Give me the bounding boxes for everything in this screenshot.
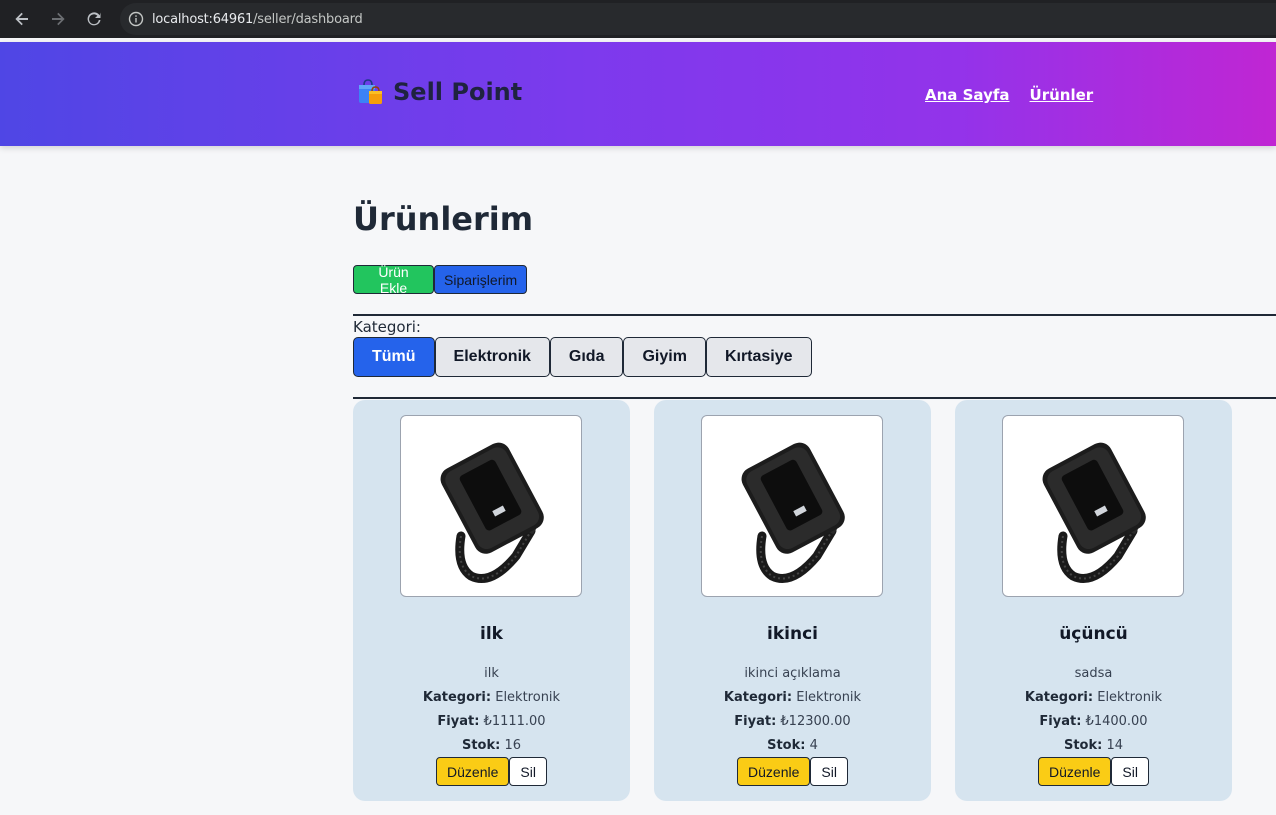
product-price: Fiyat: ₺12300.00 — [734, 714, 851, 729]
product-description: ilk — [484, 666, 499, 681]
url-text[interactable]: localhost:64961/seller/dashboard — [152, 12, 363, 27]
edit-button[interactable]: Düzenle — [1038, 757, 1112, 786]
product-name: üçüncü — [1059, 624, 1128, 644]
divider — [353, 314, 1276, 316]
product-description: sadsa — [1074, 666, 1113, 681]
shopping-bags-icon — [359, 79, 382, 104]
add-product-button[interactable]: Ürün Ekle — [353, 264, 434, 296]
card-actions: Düzenle Sil — [955, 757, 1232, 786]
action-bar: Ürün Ekle Siparişlerim — [353, 264, 527, 296]
product-grid: ilk ilk Kategori: Elektronik Fiyat: ₺111… — [353, 400, 1232, 801]
url-host: localhost:64961 — [152, 11, 254, 27]
product-stock: Stok: 16 — [461, 738, 522, 753]
product-category: Kategori: Elektronik — [1024, 690, 1163, 705]
site-header: Sell Point Ana Sayfa Ürünler — [0, 42, 1276, 146]
power-bank-icon — [440, 442, 544, 583]
browser-toolbar: localhost:64961/seller/dashboard — [0, 0, 1276, 38]
product-price: Fiyat: ₺1400.00 — [1039, 714, 1148, 729]
product-stock: Stok: 14 — [1063, 738, 1124, 753]
category-all-button[interactable]: Tümü — [353, 337, 435, 377]
forward-icon[interactable] — [40, 0, 76, 38]
edit-button[interactable]: Düzenle — [436, 757, 510, 786]
product-card: ilk ilk Kategori: Elektronik Fiyat: ₺111… — [353, 400, 630, 801]
product-price: Fiyat: ₺1111.00 — [437, 714, 546, 729]
page-title: Ürünlerim — [353, 200, 534, 238]
product-card: üçüncü sadsa Kategori: Elektronik Fiyat:… — [955, 400, 1232, 801]
url-path: /seller/dashboard — [253, 11, 363, 27]
card-actions: Düzenle Sil — [353, 757, 630, 786]
brand[interactable]: Sell Point — [355, 77, 522, 107]
product-image — [1002, 415, 1184, 597]
product-card: ikinci ikinci açıklama Kategori: Elektro… — [654, 400, 931, 801]
category-stationery-button[interactable]: Kırtasiye — [705, 337, 812, 377]
category-filter: Tümü Elektronik Gıda Giyim Kırtasiye — [353, 337, 812, 377]
delete-button[interactable]: Sil — [810, 757, 848, 786]
category-electronics-button[interactable]: Elektronik — [434, 337, 550, 377]
category-clothing-button[interactable]: Giyim — [623, 337, 706, 377]
top-nav: Ana Sayfa Ürünler — [925, 86, 1093, 104]
brand-name: Sell Point — [393, 78, 523, 106]
address-bar[interactable]: localhost:64961/seller/dashboard — [120, 3, 1276, 35]
power-bank-icon — [1042, 442, 1146, 583]
edit-button[interactable]: Düzenle — [737, 757, 811, 786]
product-category: Kategori: Elektronik — [422, 690, 561, 705]
delete-button[interactable]: Sil — [1111, 757, 1149, 786]
card-actions: Düzenle Sil — [654, 757, 931, 786]
nav-link-products[interactable]: Ürünler — [1030, 86, 1094, 104]
product-image — [400, 415, 582, 597]
product-description: ikinci açıklama — [744, 666, 841, 681]
site-info-icon[interactable] — [120, 3, 152, 35]
product-image — [701, 415, 883, 597]
product-stock: Stok: 4 — [767, 738, 818, 753]
product-category: Kategori: Elektronik — [723, 690, 862, 705]
reload-icon[interactable] — [76, 0, 112, 38]
my-orders-button[interactable]: Siparişlerim — [434, 265, 527, 294]
product-name: ikinci — [767, 624, 818, 644]
category-food-button[interactable]: Gıda — [549, 337, 624, 377]
power-bank-icon — [741, 442, 845, 583]
delete-button[interactable]: Sil — [509, 757, 547, 786]
back-icon[interactable] — [4, 0, 40, 38]
category-filter-label: Kategori: — [353, 318, 421, 336]
divider — [353, 397, 1276, 399]
product-name: ilk — [480, 624, 503, 644]
nav-link-home[interactable]: Ana Sayfa — [925, 86, 1010, 104]
